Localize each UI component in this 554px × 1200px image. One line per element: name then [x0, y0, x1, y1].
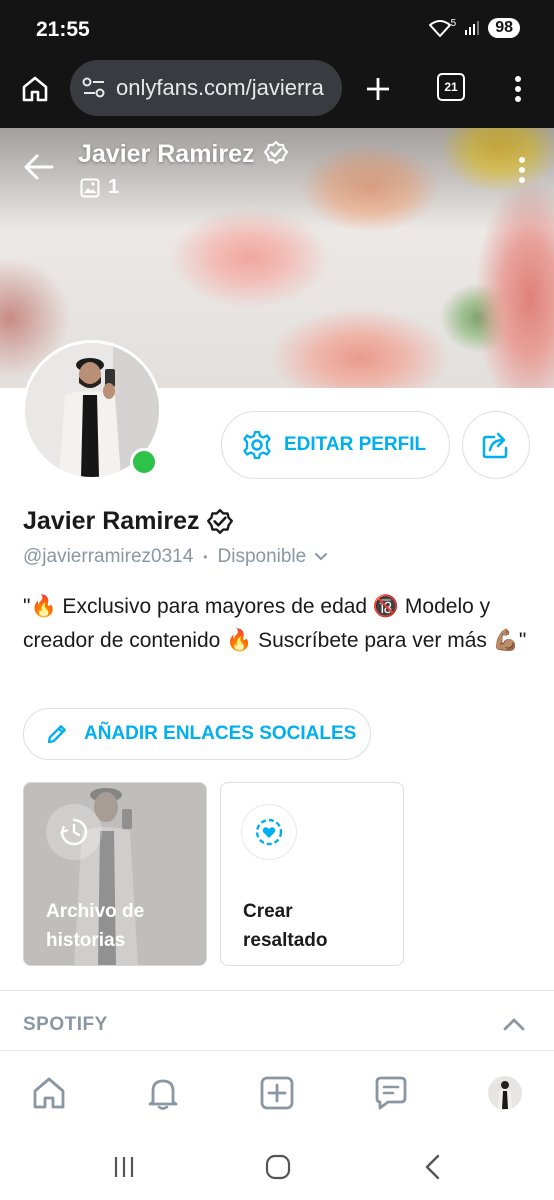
nav-profile-button[interactable]	[481, 1069, 529, 1117]
edit-profile-label: EDITAR PERFIL	[284, 434, 427, 455]
handle-row: @javierramirez0314 • Disponible	[23, 546, 328, 568]
profile-name: Javier Ramirez	[23, 507, 234, 536]
system-back-icon[interactable]	[423, 1154, 443, 1180]
create-highlight-label-line2: resaltado	[243, 930, 328, 951]
tab-switcher-button[interactable]: 21	[437, 73, 465, 101]
profile-bio: "🔥 Exclusivo para mayores de edad 🔞 Mode…	[23, 595, 527, 652]
username-handle: @javierramirez0314	[23, 546, 194, 567]
edit-profile-button[interactable]: EDITAR PERFIL	[221, 411, 450, 479]
media-count-value: 1	[108, 176, 120, 198]
more-options-icon[interactable]	[512, 156, 532, 184]
status-icons: 5 98	[428, 17, 520, 38]
heart-circle-icon	[255, 818, 283, 846]
image-icon	[80, 178, 100, 197]
add-social-links-label: AÑADIR ENLACES SOCIALES	[84, 723, 357, 744]
chevron-down-icon	[315, 553, 328, 561]
system-home-icon[interactable]	[265, 1154, 291, 1180]
system-navigation	[0, 1135, 554, 1200]
nav-home-button[interactable]	[25, 1069, 73, 1117]
share-icon	[482, 432, 508, 459]
create-highlight-label: Crear resaltado	[243, 897, 327, 955]
site-settings-icon[interactable]	[82, 77, 106, 99]
recent-apps-icon[interactable]	[112, 1155, 136, 1179]
plus-square-icon	[260, 1076, 294, 1110]
profile-name-text: Javier Ramirez	[23, 507, 200, 535]
story-archive-card[interactable]: Archivo de historias	[23, 782, 207, 966]
online-indicator	[130, 448, 158, 476]
history-icon-circle	[46, 804, 102, 860]
story-archive-label-line1: Archivo de	[46, 901, 145, 922]
pencil-icon	[47, 725, 66, 744]
create-highlight-card[interactable]: Crear resaltado	[220, 782, 404, 966]
story-archive-label-line2: historias	[46, 930, 126, 951]
battery-level: 98	[488, 18, 520, 38]
add-social-links-button[interactable]: AÑADIR ENLACES SOCIALES	[23, 708, 371, 760]
home-icon	[33, 1077, 65, 1109]
profile-avatar-mini	[488, 1076, 522, 1110]
status-time: 21:55	[36, 18, 90, 41]
chevron-up-icon[interactable]	[502, 1016, 526, 1032]
address-bar[interactable]: onlyfans.com/javierra	[70, 60, 342, 116]
verified-icon	[264, 140, 289, 165]
back-arrow-icon[interactable]	[24, 154, 54, 180]
more-vert-icon[interactable]	[508, 74, 528, 104]
nav-notifications-button[interactable]	[139, 1069, 187, 1117]
create-highlight-icon-circle	[241, 804, 297, 860]
section-divider	[0, 990, 554, 991]
home-icon[interactable]	[20, 74, 50, 104]
url-text: onlyfans.com/javierra	[116, 75, 324, 100]
wifi-icon	[428, 20, 451, 37]
bell-icon	[148, 1079, 178, 1110]
browser-toolbar: onlyfans.com/javierra 21	[0, 58, 554, 128]
verified-icon	[206, 508, 233, 534]
history-clock-icon	[60, 818, 88, 846]
cover-name: Javier Ramirez	[78, 140, 255, 168]
message-icon	[375, 1076, 407, 1110]
spotify-section-header[interactable]: SPOTIFY	[23, 1014, 108, 1036]
share-button[interactable]	[462, 411, 530, 479]
signal-icon	[465, 21, 480, 35]
create-highlight-label-line1: Crear	[243, 901, 293, 922]
availability-label: Disponible	[217, 546, 307, 567]
story-archive-label: Archivo de historias	[46, 897, 144, 955]
gear-icon	[243, 430, 271, 460]
network-label: 5	[450, 17, 457, 29]
availability-dropdown[interactable]: Disponible	[218, 546, 329, 568]
status-bar: 21:55 5 98	[0, 0, 554, 58]
media-count: 1	[80, 176, 119, 199]
nav-messages-button[interactable]	[367, 1069, 415, 1117]
nav-new-post-button[interactable]	[253, 1069, 301, 1117]
bottom-navigation	[0, 1050, 554, 1136]
new-tab-icon[interactable]	[364, 75, 392, 103]
separator-dot: •	[203, 550, 208, 564]
cover-title: Javier Ramirez	[78, 140, 289, 169]
